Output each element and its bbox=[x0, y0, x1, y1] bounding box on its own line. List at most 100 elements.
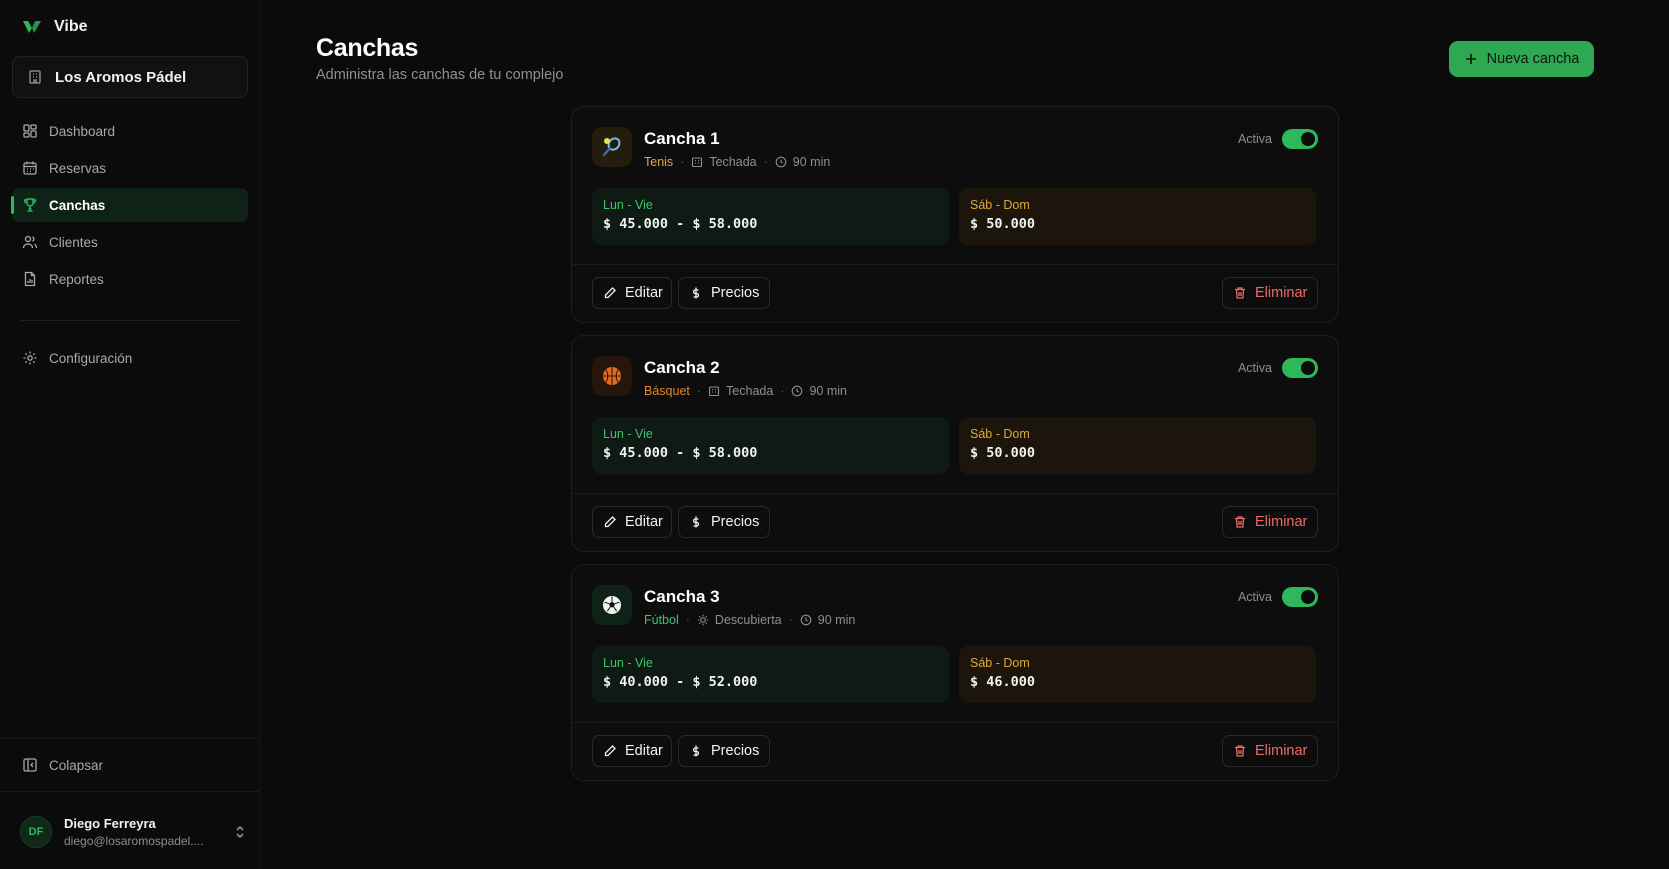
prices-label: Precios bbox=[711, 285, 760, 301]
prices-label: Precios bbox=[711, 514, 760, 530]
collapse-label: Colapsar bbox=[49, 757, 104, 773]
prices-label: Precios bbox=[711, 743, 760, 759]
tennis-racket-icon bbox=[592, 127, 632, 167]
sidebar-item-label: Clientes bbox=[49, 234, 98, 250]
sidebar-item-label: Dashboard bbox=[49, 123, 116, 139]
edit-button[interactable]: Editar bbox=[592, 277, 672, 309]
active-toggle[interactable] bbox=[1282, 587, 1318, 607]
weekend-price: $ 50.000 bbox=[970, 216, 1036, 232]
trash-icon bbox=[1233, 515, 1247, 529]
weekend-price-box: Sáb - Dom $ 50.000 bbox=[959, 188, 1316, 245]
vibe-logo-icon bbox=[22, 19, 42, 35]
user-menu[interactable]: DF Diego Ferreyra diego@losaromospadel..… bbox=[20, 812, 246, 852]
active-toggle[interactable] bbox=[1282, 358, 1318, 378]
plus-icon bbox=[1464, 52, 1478, 66]
clock-icon bbox=[800, 614, 812, 626]
court-duration: 90 min bbox=[792, 155, 831, 169]
court-card: Cancha 3 Fútbol · Descubierta · 90 min A… bbox=[571, 564, 1339, 781]
pencil-icon bbox=[603, 286, 617, 300]
sidebar-item-reservas[interactable]: Reservas bbox=[12, 151, 248, 185]
court-type: Techada bbox=[709, 155, 757, 169]
status-label: Activa bbox=[1237, 590, 1272, 604]
delete-label: Eliminar bbox=[1255, 743, 1308, 759]
card-divider bbox=[572, 722, 1338, 723]
status-toggle[interactable]: Activa bbox=[1238, 358, 1318, 378]
court-type: Descubierta bbox=[714, 613, 782, 627]
collapse-sidebar-icon bbox=[22, 757, 38, 773]
edit-label: Editar bbox=[625, 514, 663, 530]
brand[interactable]: Vibe bbox=[22, 18, 88, 36]
weekday-label: Lun - Vie bbox=[603, 198, 653, 212]
sidebar-item-dashboard[interactable]: Dashboard bbox=[12, 114, 248, 148]
edit-label: Editar bbox=[625, 285, 663, 301]
user-name: Diego Ferreyra bbox=[64, 816, 156, 832]
new-court-button[interactable]: Nueva cancha bbox=[1449, 41, 1594, 77]
court-name: Cancha 2 bbox=[644, 358, 720, 377]
page-subtitle: Administra las canchas de tu complejo bbox=[316, 67, 564, 83]
trash-icon bbox=[1233, 286, 1247, 300]
delete-label: Eliminar bbox=[1255, 514, 1308, 530]
sport-label: Básquet bbox=[644, 384, 690, 398]
prices-button[interactable]: Precios bbox=[678, 735, 770, 767]
edit-button[interactable]: Editar bbox=[592, 735, 672, 767]
separator-dot: · bbox=[788, 613, 793, 627]
new-court-label: Nueva cancha bbox=[1486, 51, 1580, 67]
court-type: Techada bbox=[726, 384, 774, 398]
active-toggle[interactable] bbox=[1282, 129, 1318, 149]
weekend-label: Sáb - Dom bbox=[970, 198, 1030, 212]
collapse-button[interactable]: Colapsar bbox=[12, 748, 248, 782]
status-toggle[interactable]: Activa bbox=[1238, 587, 1318, 607]
prices-button[interactable]: Precios bbox=[678, 277, 770, 309]
weekend-price: $ 50.000 bbox=[970, 445, 1036, 461]
court-name: Cancha 3 bbox=[644, 587, 720, 606]
sidebar-item-label: Canchas bbox=[49, 197, 106, 213]
sport-label: Fútbol bbox=[644, 613, 679, 627]
basketball-icon bbox=[592, 356, 632, 396]
pencil-icon bbox=[603, 515, 617, 529]
weekend-price: $ 46.000 bbox=[970, 674, 1036, 690]
users-icon bbox=[22, 234, 38, 250]
status-label: Activa bbox=[1237, 361, 1272, 375]
sidebar-item-label: Reportes bbox=[49, 271, 104, 287]
court-duration: 90 min bbox=[817, 613, 856, 627]
weekday-price-box: Lun - Vie $ 40.000 - $ 52.000 bbox=[592, 646, 949, 703]
avatar: DF bbox=[20, 816, 52, 848]
court-meta: Básquet · Techada · 90 min bbox=[644, 384, 847, 398]
sidebar-item-reportes[interactable]: Reportes bbox=[12, 262, 248, 296]
separator-dot: · bbox=[780, 384, 785, 398]
sidebar-divider bbox=[0, 791, 260, 792]
weekday-price-box: Lun - Vie $ 45.000 - $ 58.000 bbox=[592, 188, 949, 245]
weekday-price: $ 45.000 - $ 58.000 bbox=[603, 445, 758, 461]
sidebar-item-canchas[interactable]: Canchas bbox=[11, 188, 248, 222]
organization-name: Los Aromos Pádel bbox=[55, 68, 187, 86]
prices-button[interactable]: Precios bbox=[678, 506, 770, 538]
weekday-price: $ 40.000 - $ 52.000 bbox=[603, 674, 758, 690]
separator-dot: · bbox=[696, 384, 702, 398]
sidebar-item-configuracion[interactable]: Configuración bbox=[12, 341, 248, 375]
weekday-label: Lun - Vie bbox=[603, 427, 653, 441]
sidebar: Vibe Los Aromos Pádel Dashboard Reservas… bbox=[0, 0, 260, 869]
trophy-icon bbox=[22, 197, 38, 213]
sidebar-divider bbox=[0, 738, 260, 739]
chevron-up-down-icon bbox=[234, 825, 246, 839]
delete-button[interactable]: Eliminar bbox=[1222, 735, 1318, 767]
building-icon bbox=[27, 69, 43, 85]
delete-button[interactable]: Eliminar bbox=[1222, 506, 1318, 538]
organization-selector[interactable]: Los Aromos Pádel bbox=[12, 56, 248, 98]
status-label: Activa bbox=[1237, 132, 1272, 146]
delete-button[interactable]: Eliminar bbox=[1222, 277, 1318, 309]
pencil-icon bbox=[603, 744, 617, 758]
weekend-label: Sáb - Dom bbox=[970, 427, 1030, 441]
status-toggle[interactable]: Activa bbox=[1238, 129, 1318, 149]
sidebar-item-clientes[interactable]: Clientes bbox=[12, 225, 248, 259]
sun-icon bbox=[697, 614, 709, 626]
dollar-icon bbox=[689, 515, 703, 529]
edit-button[interactable]: Editar bbox=[592, 506, 672, 538]
court-name: Cancha 1 bbox=[644, 129, 720, 148]
sidebar-nav: Dashboard Reservas Canchas Clientes Repo… bbox=[11, 114, 248, 378]
court-card: Cancha 1 Tenis · Techada · 90 min Activa… bbox=[571, 106, 1339, 323]
sidebar-item-label: Configuración bbox=[49, 350, 133, 366]
nav-divider bbox=[20, 320, 240, 321]
court-meta: Fútbol · Descubierta · 90 min bbox=[644, 613, 855, 627]
card-divider bbox=[572, 493, 1338, 494]
